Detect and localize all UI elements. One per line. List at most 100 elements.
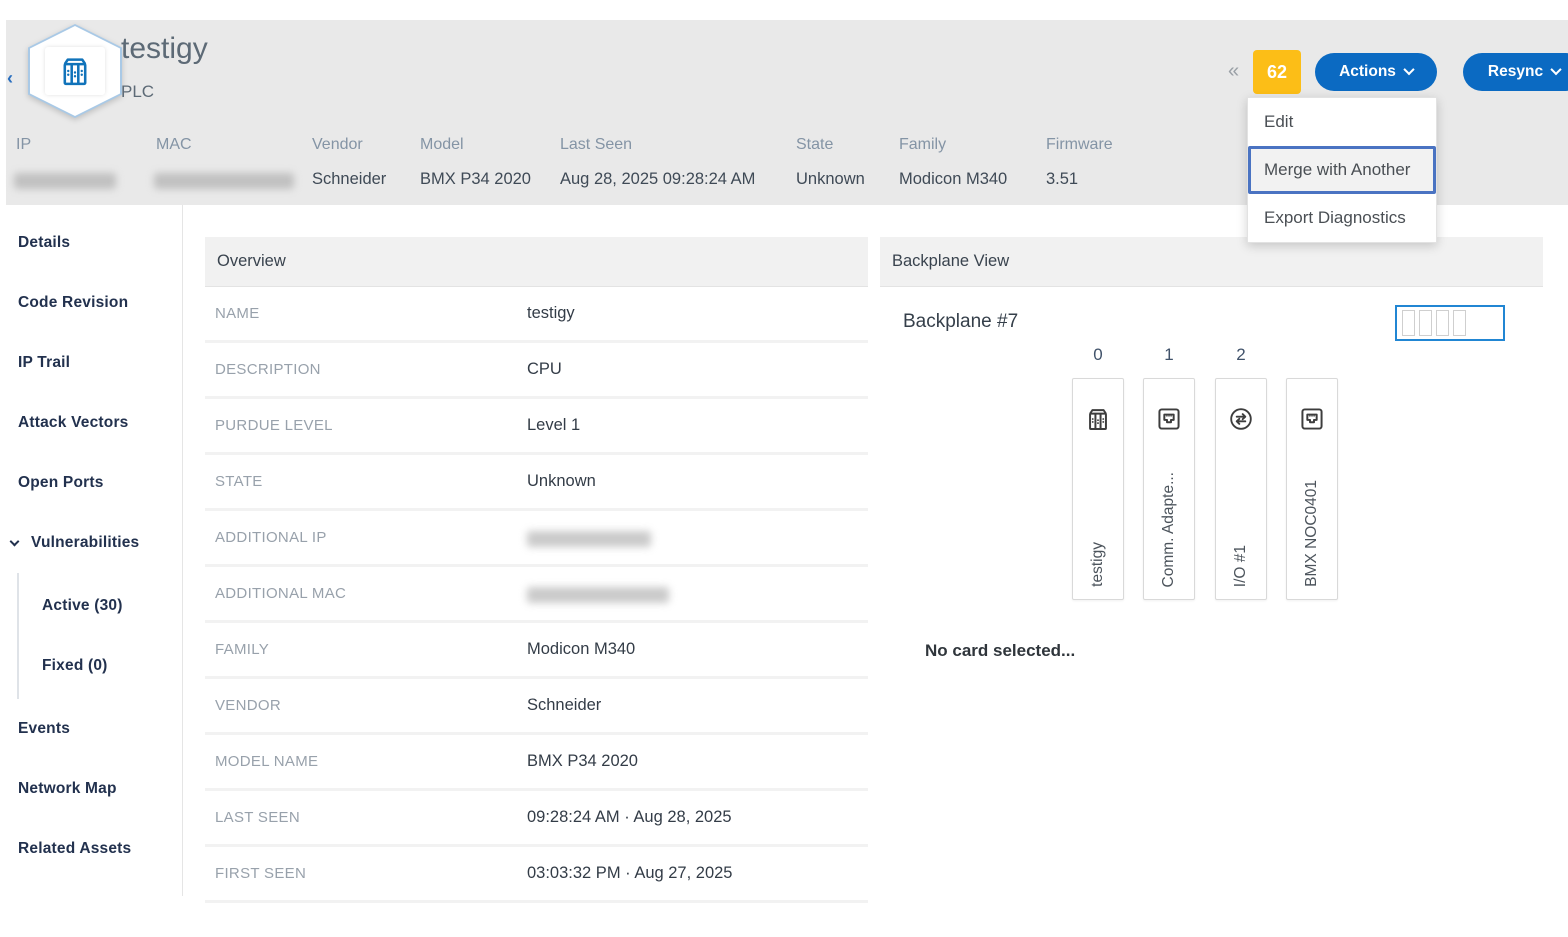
sidebar-item-label: Events	[18, 720, 70, 738]
minimap-slot	[1419, 310, 1432, 336]
resync-button-label: Resync	[1488, 63, 1543, 81]
sidebar-item-network-map[interactable]: Network Map	[0, 759, 182, 819]
table-row: ADDITIONAL MAC	[205, 567, 868, 623]
ethernet-port-icon	[1298, 405, 1326, 433]
row-value: 09:28:24 AM · Aug 28, 2025	[527, 808, 732, 827]
sidebar-item-events[interactable]: Events	[0, 699, 182, 759]
sidebar-item-vulnerabilities[interactable]: Vulnerabilities	[0, 513, 182, 573]
table-row: VENDOR Schneider	[205, 679, 868, 735]
row-label: FIRST SEEN	[215, 865, 306, 882]
sidebar-item-label: Related Assets	[18, 840, 131, 858]
sidebar-item-label: Details	[18, 234, 70, 252]
sidebar-item-label: Vulnerabilities	[31, 534, 139, 552]
row-value: Unknown	[527, 472, 596, 491]
actions-dropdown-menu: Edit Merge with Another Export Diagnosti…	[1247, 97, 1437, 243]
actions-button-label: Actions	[1339, 63, 1396, 81]
card-name: I/O #1	[1232, 545, 1250, 587]
redacted-mac	[154, 173, 294, 189]
slot-number: 0	[1072, 345, 1124, 365]
row-label: MODEL NAME	[215, 753, 318, 770]
slot-number: 1	[1143, 345, 1195, 365]
sidebar-item-label: Fixed (0)	[42, 657, 108, 675]
table-row: ADDITIONAL IP	[205, 511, 868, 567]
meta-value-state: Unknown	[796, 170, 865, 189]
row-label: VENDOR	[215, 697, 281, 714]
sidebar-item-related-assets[interactable]: Related Assets	[0, 819, 182, 879]
sidebar-item-ip-trail[interactable]: IP Trail	[0, 333, 182, 393]
menu-item-merge-with-another[interactable]: Merge with Another	[1248, 146, 1436, 194]
swap-icon	[1227, 405, 1255, 433]
row-label: PURDUE LEVEL	[215, 417, 333, 434]
row-value: BMX P34 2020	[527, 752, 638, 771]
menu-item-export-diagnostics[interactable]: Export Diagnostics	[1248, 194, 1436, 242]
redacted-additional-mac	[527, 587, 669, 603]
minimap-slot	[1402, 310, 1415, 336]
top-strip	[0, 0, 1568, 20]
row-label: STATE	[215, 473, 263, 490]
backplane-card-comm-adapter[interactable]: Comm. Adapte...	[1143, 378, 1195, 600]
sidebar-item-active-vulnerabilities[interactable]: Active (30)	[19, 576, 182, 636]
backplane-card-io-1[interactable]: I/O #1	[1215, 378, 1267, 600]
row-value: Schneider	[527, 696, 601, 715]
chevron-down-icon	[10, 536, 20, 546]
row-value: Modicon M340	[527, 640, 635, 659]
redacted-value	[527, 584, 669, 603]
row-label: NAME	[215, 305, 260, 322]
minimap-slot	[1453, 310, 1466, 336]
redacted-value	[527, 528, 651, 547]
sidebar-item-label: IP Trail	[18, 354, 70, 372]
table-row: DESCRIPTION CPU	[205, 343, 868, 399]
overview-panel-title: Overview	[205, 237, 868, 287]
sidebar-item-label: Code Revision	[18, 294, 128, 312]
row-label: LAST SEEN	[215, 809, 300, 826]
resync-button[interactable]: Resync	[1463, 53, 1568, 91]
backplane-card-testigy[interactable]: testigy	[1072, 378, 1124, 600]
overview-panel: Overview NAME testigy DESCRIPTION CPU PU…	[205, 237, 868, 937]
sidebar-item-label: Attack Vectors	[18, 414, 129, 432]
meta-value-firmware: 3.51	[1046, 170, 1078, 189]
sidebar-item-attack-vectors[interactable]: Attack Vectors	[0, 393, 182, 453]
row-label: FAMILY	[215, 641, 269, 658]
minimap-slot	[1436, 310, 1449, 336]
collapse-panel-icon[interactable]: «	[1228, 60, 1239, 83]
meta-label-state: State	[796, 136, 833, 154]
plc-icon	[1084, 405, 1112, 433]
sidebar-item-label: Open Ports	[18, 474, 104, 492]
meta-label-family: Family	[899, 136, 946, 154]
meta-label-mac: MAC	[156, 136, 192, 154]
backplane-minimap[interactable]	[1395, 305, 1505, 341]
sidebar-item-details[interactable]: Details	[0, 213, 182, 273]
row-value: Level 1	[527, 416, 580, 435]
meta-label-vendor: Vendor	[312, 136, 363, 154]
meta-label-firmware: Firmware	[1046, 136, 1113, 154]
actions-button[interactable]: Actions	[1315, 53, 1437, 91]
plc-icon	[57, 53, 93, 89]
back-icon[interactable]: ‹	[2, 66, 18, 90]
asset-hexagon	[28, 24, 122, 118]
table-row: MODEL NAME BMX P34 2020	[205, 735, 868, 791]
table-row: PURDUE LEVEL Level 1	[205, 399, 868, 455]
sidebar-item-fixed-vulnerabilities[interactable]: Fixed (0)	[19, 636, 182, 696]
sidebar-item-label: Active (30)	[42, 597, 123, 615]
asset-type-card	[45, 47, 105, 95]
backplane-card-bmx-noc0401[interactable]: BMX NOC0401	[1286, 378, 1338, 600]
sidebar-item-open-ports[interactable]: Open Ports	[0, 453, 182, 513]
sidebar-item-code-revision[interactable]: Code Revision	[0, 273, 182, 333]
page-title: testigy	[121, 32, 208, 66]
risk-score-badge[interactable]: 62	[1253, 50, 1301, 94]
card-name: testigy	[1089, 542, 1107, 587]
meta-value-ip	[14, 170, 116, 189]
meta-value-last-seen: Aug 28, 2025 09:28:24 AM	[560, 170, 755, 189]
row-value: 03:03:32 PM · Aug 27, 2025	[527, 864, 733, 883]
meta-value-model: BMX P34 2020	[420, 170, 531, 189]
menu-item-edit[interactable]: Edit	[1248, 98, 1436, 146]
slot-number: 2	[1215, 345, 1267, 365]
sidebar-item-label: Network Map	[18, 780, 117, 798]
row-value: CPU	[527, 360, 562, 379]
backplane-panel: Backplane View Backplane #7 0 1 2 testig…	[880, 237, 1543, 896]
chevron-down-icon	[1403, 63, 1414, 74]
row-label: ADDITIONAL IP	[215, 529, 327, 546]
table-row: NAME testigy	[205, 287, 868, 343]
redacted-ip	[14, 173, 116, 189]
row-label: ADDITIONAL MAC	[215, 585, 346, 602]
